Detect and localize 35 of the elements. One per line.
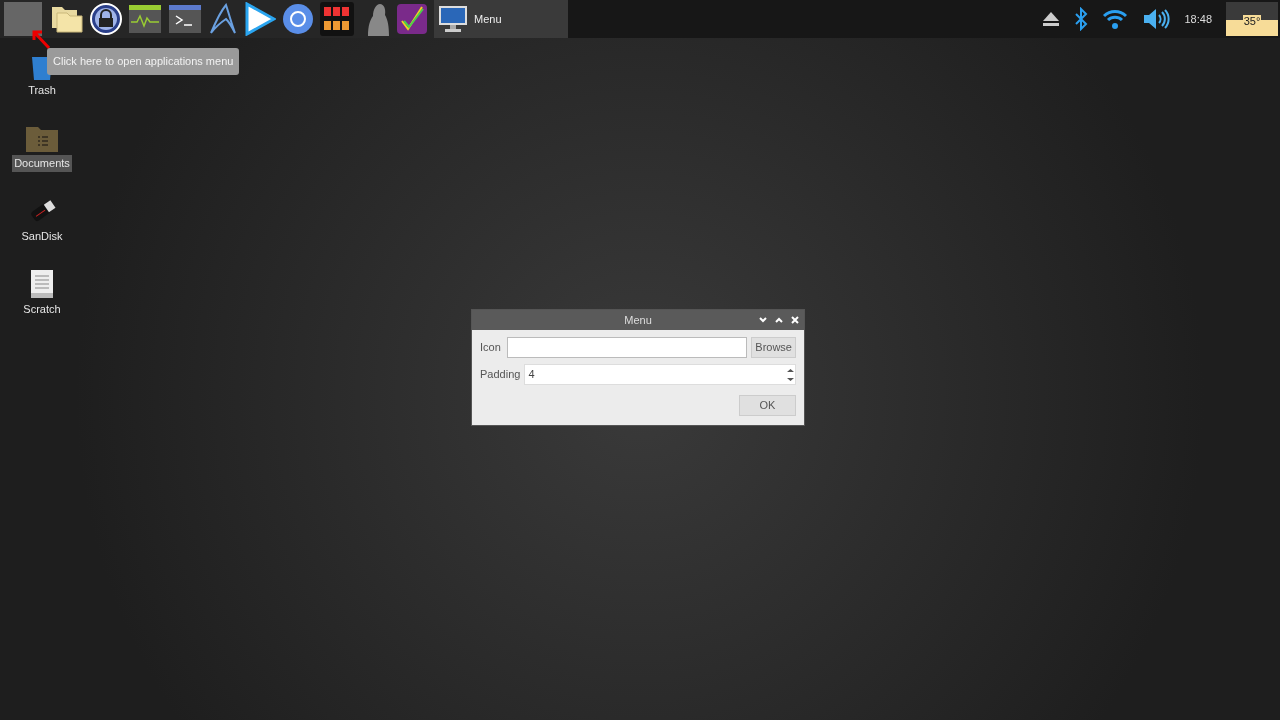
- activity-monitor-icon[interactable]: [128, 4, 162, 34]
- padlock-icon[interactable]: [90, 3, 122, 35]
- text-file-icon[interactable]: [30, 269, 54, 299]
- browse-button[interactable]: Browse: [751, 337, 796, 358]
- wifi-icon[interactable]: [1102, 8, 1129, 30]
- maximize-icon[interactable]: [774, 315, 784, 325]
- icon-input-field[interactable]: [506, 337, 748, 358]
- monitor-icon: [438, 5, 468, 33]
- padding-label: Padding: [480, 367, 521, 383]
- icon-label: Icon: [480, 340, 501, 356]
- minimize-icon[interactable]: [758, 315, 768, 325]
- taskbar-window-button[interactable]: Menu: [434, 0, 568, 38]
- tooltip: Click here to open applications menu: [47, 48, 240, 75]
- desktop-icon-label[interactable]: Scratch: [21, 301, 63, 318]
- temperature-meter[interactable]: 35°: [1226, 2, 1278, 36]
- temperature-reading: 35°: [1242, 14, 1262, 28]
- eject-icon[interactable]: [1042, 11, 1061, 27]
- padding-spin-field[interactable]: 4: [524, 364, 796, 385]
- volume-icon[interactable]: [1142, 8, 1171, 30]
- bluetooth-icon[interactable]: [1074, 7, 1089, 31]
- pointer-arrow: [30, 28, 52, 50]
- browser-icon[interactable]: [282, 3, 314, 35]
- folder-icon[interactable]: [50, 4, 84, 34]
- desktop-icon-label[interactable]: SanDisk: [19, 228, 65, 245]
- dosbox-icon[interactable]: [320, 2, 354, 36]
- clock[interactable]: 18:48: [1184, 10, 1212, 28]
- ok-button[interactable]: OK: [739, 395, 796, 416]
- play-icon[interactable]: [244, 2, 276, 36]
- desktop-icon-label[interactable]: Trash: [26, 82, 58, 99]
- arch-icon[interactable]: [208, 3, 238, 35]
- terminal-icon[interactable]: [168, 4, 202, 34]
- desktop-icon-label[interactable]: Documents: [12, 155, 72, 172]
- window-title: Menu: [624, 312, 652, 328]
- rainbow-check-icon[interactable]: [396, 3, 428, 35]
- close-icon[interactable]: [790, 315, 800, 325]
